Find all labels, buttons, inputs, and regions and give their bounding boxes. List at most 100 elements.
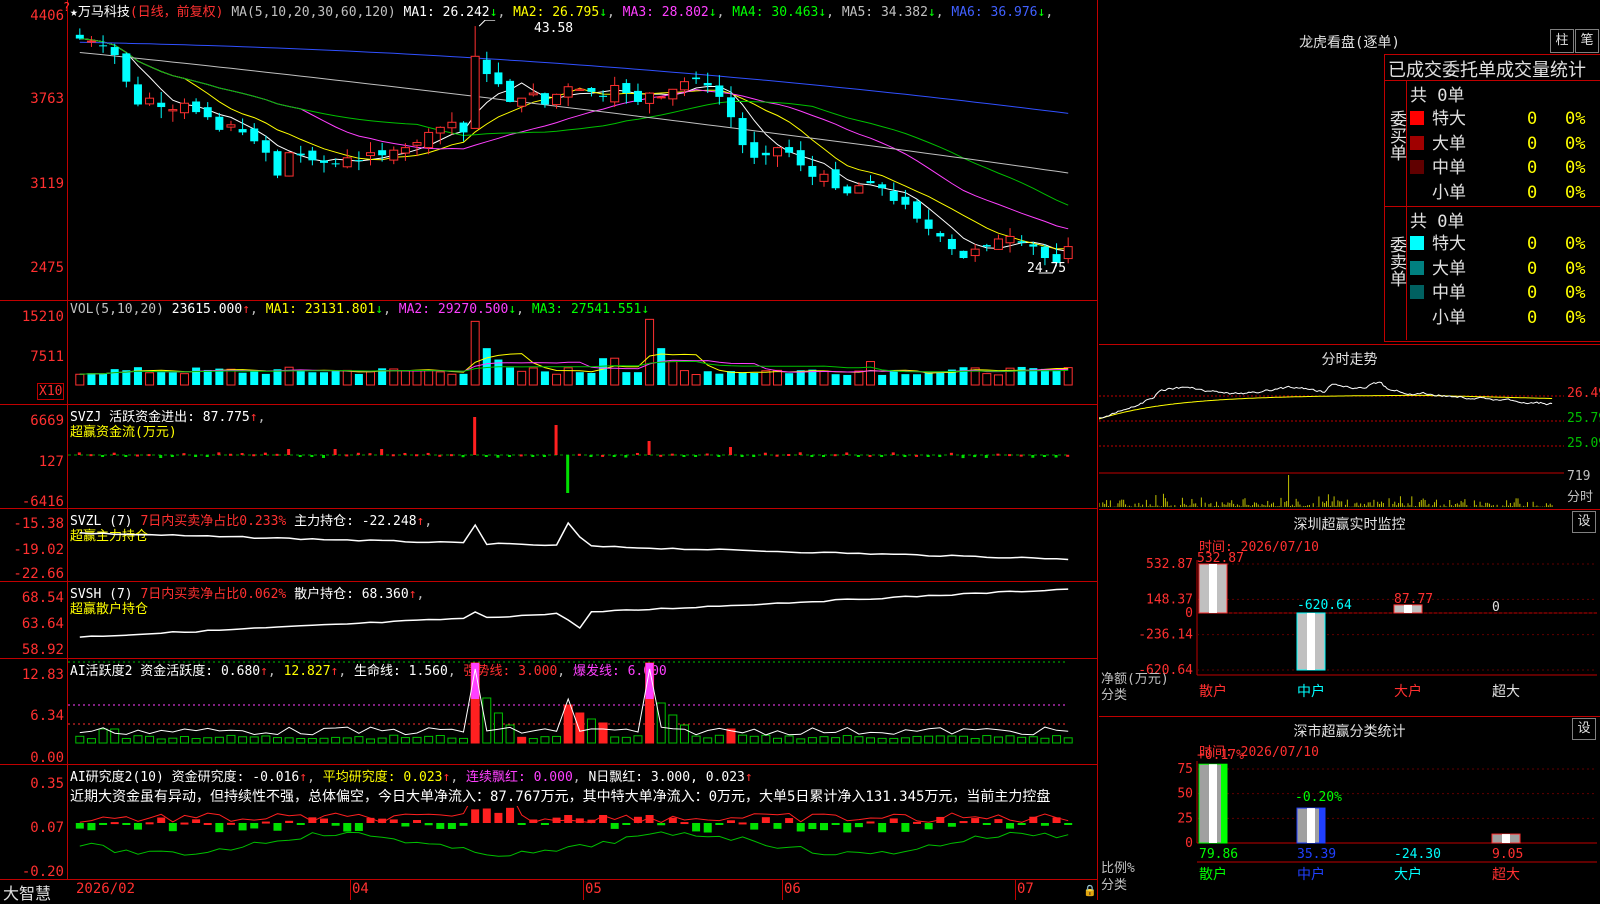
research-bar [285, 820, 294, 823]
vol-value: 23615.000 [171, 302, 243, 317]
research-bar [680, 822, 689, 825]
vol-unit-badge[interactable]: X10 [37, 383, 65, 400]
svzj-bar [670, 453, 674, 456]
activity-bar [389, 734, 399, 744]
volume-bar [889, 369, 898, 385]
color-swatch-icon [1410, 160, 1424, 174]
activity-bar [110, 728, 120, 744]
activity-bar [772, 737, 782, 744]
svzj-bar [973, 455, 977, 458]
svzj-bar [240, 453, 244, 456]
candle-body [540, 93, 549, 105]
order-row: 大单 0 0% [1410, 129, 1585, 154]
svzj-bar [194, 455, 198, 457]
longhu-btn-bar[interactable]: 柱 [1550, 29, 1574, 53]
activity-bar [1052, 735, 1062, 744]
sell-side-label: 委卖单 [1386, 236, 1406, 292]
volume-bar [506, 367, 515, 385]
activity-bar [912, 735, 922, 744]
sz-monitor-y-tick: 532.87 [1146, 557, 1193, 572]
svsh-chart[interactable] [68, 582, 1096, 658]
vol-header: VOL(5,10,20) 23615.000↑, MA1: 23131.801↓… [70, 302, 650, 317]
candle-body [796, 150, 805, 166]
low-price-label: 24.75 [1027, 261, 1067, 276]
order-row: 中单 0 0% [1410, 278, 1585, 303]
stock-title[interactable]: ★万马科技 [70, 5, 130, 20]
vol-ma1: MA1: 23131.801 [265, 302, 376, 317]
activity-bar [807, 737, 817, 744]
research-bar [657, 823, 666, 826]
longhu-btn-line[interactable]: 笔 [1575, 29, 1599, 53]
activity-bar [1017, 736, 1027, 744]
sz-monitor-value-label: 87.77 [1394, 592, 1433, 607]
volume-bar [645, 318, 655, 386]
intraday-chart[interactable] [1099, 369, 1564, 509]
ai-research-chart[interactable] [68, 806, 1096, 879]
volume-bar [179, 373, 189, 386]
intraday-panel[interactable]: 分时走势 26.49 25.79 25.09 719 分时 [1099, 344, 1600, 510]
ma5-line [79, 52, 1069, 174]
ai-research-y-tick: 0.35 [30, 776, 64, 792]
volume-bar [424, 369, 434, 386]
svzj-bar [496, 455, 500, 458]
candle-body [866, 181, 875, 184]
ma4-arrow: ↓ [818, 5, 827, 20]
candle-body [215, 116, 224, 130]
research-bar [785, 818, 794, 823]
candle-body [400, 147, 410, 154]
activity-bar [156, 738, 166, 744]
svzj-bar [868, 454, 872, 457]
sz-category-top-label: +0.17% [1197, 748, 1244, 763]
volume-bar [901, 374, 910, 385]
activity-bar [819, 736, 829, 744]
svzj-bar [124, 455, 128, 457]
sz-category-bar-edge [1319, 808, 1325, 843]
date-divider [583, 880, 584, 900]
svzj-bar [810, 455, 814, 457]
svzj-bar [845, 452, 849, 455]
svzj-chart[interactable] [68, 405, 1096, 508]
sz-category-top-label: -0.20% [1295, 790, 1342, 805]
sz-category-bar-highlight [1502, 834, 1510, 843]
volume-bar [587, 372, 596, 385]
activity-bar [203, 737, 213, 744]
activity-bar [947, 735, 957, 744]
volume-bar [1040, 368, 1049, 385]
lock-icon[interactable]: 🔒 [1083, 884, 1097, 897]
svzj-bar [415, 454, 419, 457]
left-chart-area[interactable]: ★万马科技(日线，前复权) MA(5,10,20,30,60,120) MA1:… [0, 0, 1098, 903]
candle-body [599, 95, 608, 97]
svzl-chart[interactable] [68, 509, 1096, 581]
activity-bar [796, 738, 806, 744]
vol-ma3: MA3: 27541.551 [531, 302, 642, 317]
candle-body [889, 190, 898, 201]
order-size-label: 特大 [1432, 109, 1466, 129]
volume-bar [761, 370, 771, 386]
question-icon[interactable]: ? [63, 0, 70, 14]
research-bar [261, 821, 270, 824]
svzj-bar [554, 425, 558, 455]
order-percent: 0% [1565, 109, 1586, 129]
candle-body [354, 160, 363, 162]
svzj-bar [856, 455, 860, 457]
intraday-y-tick: 25.09 [1567, 436, 1600, 451]
candle-body [435, 126, 445, 134]
volume-bar [959, 367, 968, 385]
intraday-y-tick: 26.49 [1567, 386, 1600, 401]
ai-active-chart[interactable] [68, 659, 1096, 764]
activity-bar [679, 724, 689, 744]
svzj-bar [77, 452, 81, 455]
svzj-bar [1008, 454, 1012, 457]
volume-bar [993, 374, 1003, 386]
kline-chart[interactable] [68, 20, 1096, 300]
volume-chart[interactable] [68, 318, 1096, 404]
volume-bar [726, 371, 735, 385]
order-count: 0 [1527, 182, 1538, 203]
order-count: 0 [1527, 283, 1538, 303]
activity-bar [889, 737, 899, 744]
candle-body [1063, 246, 1073, 260]
activity-bar [703, 737, 713, 744]
volume-bar [843, 374, 852, 385]
research-bar [1064, 823, 1073, 825]
activity-bar [959, 735, 969, 744]
